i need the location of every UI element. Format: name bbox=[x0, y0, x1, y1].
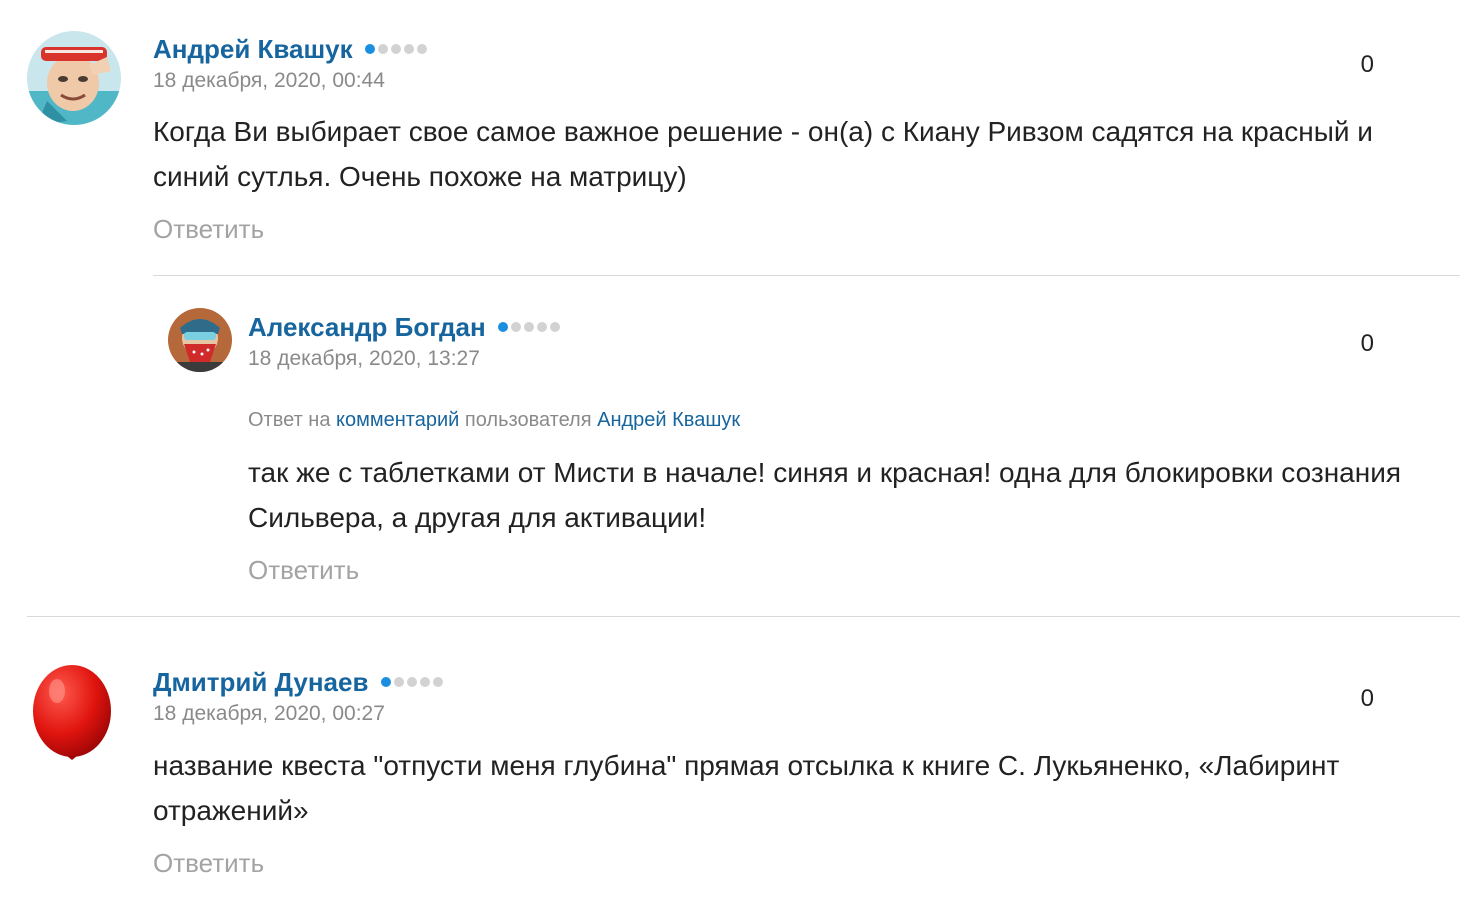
comment: Андрей Квашук 18 декабря, 2020, 00:44 0 … bbox=[0, 0, 1460, 275]
comment-score: 0 bbox=[1360, 330, 1374, 357]
rank-dots bbox=[365, 41, 430, 59]
reply-to-comment-link[interactable]: комментарий bbox=[336, 409, 459, 431]
author-name[interactable]: Андрей Квашук bbox=[153, 34, 353, 64]
comment-date: 18 декабря, 2020, 13:27 bbox=[248, 347, 480, 370]
comment-text: Когда Ви выбирает свое самое важное реше… bbox=[153, 116, 1373, 192]
avatar[interactable] bbox=[27, 661, 117, 761]
reply-button[interactable]: Ответить bbox=[153, 848, 264, 879]
reply-button[interactable]: Ответить bbox=[153, 214, 264, 245]
user-avatar-image bbox=[27, 31, 121, 125]
avatar[interactable] bbox=[27, 31, 121, 125]
user-avatar-image bbox=[168, 308, 232, 372]
rank-dots bbox=[498, 319, 563, 337]
avatar[interactable] bbox=[168, 308, 232, 372]
reply-to-user-link[interactable]: Андрей Квашук bbox=[597, 409, 740, 431]
author-name[interactable]: Александр Богдан bbox=[248, 312, 486, 342]
comment-text: название квеста "отпусти меня глубина" п… bbox=[153, 750, 1340, 826]
comment-score: 0 bbox=[1360, 51, 1374, 78]
comment-date: 18 декабря, 2020, 00:44 bbox=[153, 69, 385, 92]
reply-to-prefix: Ответ на bbox=[248, 409, 331, 431]
comment-text: так же с таблетками от Мисти в начале! с… bbox=[248, 457, 1402, 533]
balloon-avatar-image bbox=[33, 665, 111, 760]
rank-dots bbox=[380, 674, 446, 692]
comment-date: 18 декабря, 2020, 00:27 bbox=[153, 702, 385, 725]
author-name[interactable]: Дмитрий Дунаев bbox=[153, 667, 368, 697]
comment-score: 0 bbox=[1360, 685, 1374, 712]
comment: Дмитрий Дунаев 18 декабря, 2020, 00:27 0… bbox=[0, 617, 1460, 903]
comment-reply: Александр Богдан 18 декабря, 2020, 13:27… bbox=[0, 276, 1460, 616]
reply-button[interactable]: Ответить bbox=[248, 555, 359, 586]
reply-to-middle: пользователя bbox=[464, 409, 592, 431]
reply-to-line: Ответ на комментарий пользователя Андрей… bbox=[248, 409, 740, 432]
